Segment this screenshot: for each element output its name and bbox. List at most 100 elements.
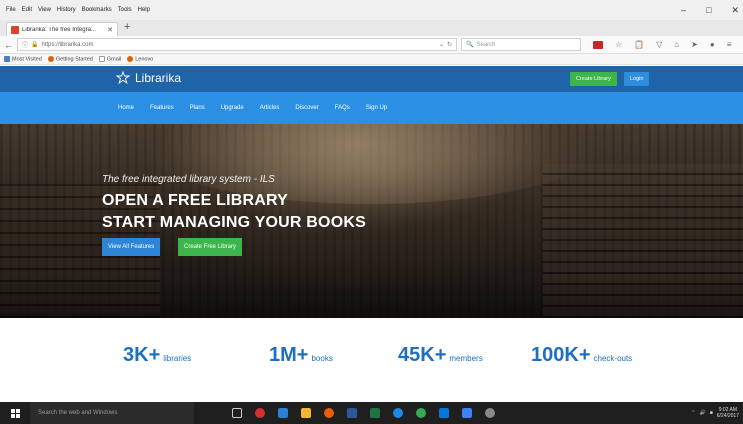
taskbar-apps — [232, 408, 495, 418]
notifications-icon[interactable]: ■ — [710, 410, 713, 416]
maximize-button[interactable]: □ — [706, 5, 711, 15]
addon-red-icon[interactable] — [593, 40, 603, 49]
google-icon — [98, 55, 105, 62]
site-logo[interactable]: Librarika — [116, 71, 181, 85]
back-arrow-icon[interactable]: ← — [4, 40, 13, 50]
menu-bookmarks[interactable]: Bookmarks — [82, 7, 112, 13]
close-window-button[interactable]: ✕ — [731, 5, 739, 16]
stat-books: 1M+ books — [269, 344, 333, 367]
clock-date: 6/24/2017 — [716, 413, 739, 419]
menu-help[interactable]: Help — [138, 7, 150, 13]
bookmark-label: Most Visited — [12, 56, 42, 63]
firefox-icon — [47, 55, 54, 62]
stats-section: 3K+ libraries 1M+ books 45K+ members 100… — [0, 318, 743, 402]
hero-subtitle: The free integrated library system - ILS — [102, 174, 275, 185]
stat-label: books — [311, 354, 333, 363]
site-header: Librarika Create Library Login — [0, 66, 743, 92]
tray-chevron-icon[interactable]: ⌃ — [691, 410, 695, 416]
stat-value: 100K+ — [531, 344, 591, 366]
edge-icon[interactable] — [393, 408, 403, 418]
bookmark-lenovo[interactable]: Lenovo — [127, 55, 154, 63]
nav-upgrade[interactable]: Upgrade — [221, 105, 244, 111]
app-blue-icon[interactable] — [462, 408, 472, 418]
bookmark-label: Lenovo — [135, 56, 154, 63]
word-icon[interactable] — [347, 408, 357, 418]
start-button[interactable] — [0, 402, 30, 424]
window-controls: – □ ✕ — [681, 0, 739, 20]
hamburger-menu-icon[interactable]: ≡ — [727, 40, 732, 49]
taskbar-search-input[interactable]: Search the web and Windows — [30, 402, 194, 424]
nav-sign-up[interactable]: Sign Up — [366, 105, 387, 111]
menu-edit[interactable]: Edit — [22, 7, 32, 13]
home-icon[interactable]: ⌂ — [674, 40, 679, 49]
bookmark-gmail[interactable]: Gmail — [98, 55, 121, 62]
tab-title: Librarika: The free Integra... — [22, 26, 96, 33]
chrome-icon[interactable] — [416, 408, 426, 418]
close-tab-icon[interactable]: ✕ — [107, 26, 113, 34]
excel-icon[interactable] — [370, 408, 380, 418]
taskbar-search-placeholder: Search the web and Windows — [38, 410, 118, 416]
lock-icon: 🔒 — [31, 42, 39, 48]
menu-history[interactable]: History — [57, 7, 76, 13]
nav-discover[interactable]: Discover — [295, 105, 318, 111]
menu-file[interactable]: File — [6, 7, 16, 13]
stat-label: libraries — [163, 354, 192, 363]
site-nav: Home Features Plans Upgrade Articles Dis… — [0, 92, 743, 124]
stat-value: 45K+ — [398, 344, 447, 366]
windows-taskbar: Search the web and Windows ⌃ 🔊 ■ 9:02 AM… — [0, 402, 743, 424]
minimize-button[interactable]: – — [681, 5, 686, 15]
tab-strip: Librarika: The free Integra... ✕ + — [0, 20, 743, 36]
browser-tab[interactable]: Librarika: The free Integra... ✕ — [6, 22, 118, 36]
task-view-icon[interactable] — [232, 408, 242, 418]
logo-text: Librarika — [135, 71, 182, 85]
app-grey-icon[interactable] — [485, 408, 495, 418]
volume-icon[interactable]: 🔊 — [699, 410, 705, 416]
firefox-icon[interactable] — [324, 408, 334, 418]
bookmark-most-visited[interactable]: Most Visited — [4, 55, 42, 63]
browser-search-input[interactable]: 🔍 Search — [461, 38, 581, 51]
file-explorer-icon[interactable] — [301, 408, 311, 418]
login-button[interactable]: Login — [624, 72, 650, 86]
nav-plans[interactable]: Plans — [190, 105, 205, 111]
nav-home[interactable]: Home — [118, 105, 134, 111]
reload-icon[interactable]: ↻ — [447, 41, 452, 48]
browser-search-placeholder: Search — [476, 41, 496, 48]
nav-features[interactable]: Features — [150, 105, 174, 111]
search-icon: 🔍 — [466, 42, 474, 48]
menu-view[interactable]: View — [38, 7, 51, 13]
library-icon[interactable]: 📋 — [634, 40, 644, 49]
librarika-favicon-icon — [11, 25, 19, 34]
browser-menubar: File Edit View History Bookmarks Tools H… — [0, 0, 743, 20]
stat-members: 45K+ members — [398, 344, 483, 367]
address-bar[interactable]: ⓘ 🔒 https://librarika.com ⌄ ↻ — [17, 38, 457, 51]
view-all-features-button[interactable]: View All Features — [102, 238, 161, 256]
extension-icon[interactable]: ● — [710, 40, 715, 49]
stat-label: members — [449, 354, 483, 363]
browser-navbar: ← ⓘ 🔒 https://librarika.com ⌄ ↻ 🔍 Search… — [0, 36, 743, 54]
stat-value: 1M+ — [269, 344, 309, 366]
stat-libraries: 3K+ libraries — [123, 344, 191, 367]
store-icon[interactable] — [439, 408, 449, 418]
clock[interactable]: 9:02 AM 6/24/2017 — [717, 407, 739, 419]
create-free-library-button[interactable]: Create Free Library — [178, 238, 243, 256]
bookmark-star-icon[interactable]: ☆ — [615, 40, 622, 49]
menu-tools[interactable]: Tools — [118, 7, 132, 13]
hero-heading-line2: START MANAGING YOUR BOOKS — [102, 214, 366, 231]
pocket-icon[interactable]: ▽ — [656, 40, 662, 49]
bookmark-getting-started[interactable]: Getting Started — [47, 55, 93, 63]
dropdown-chevron-icon[interactable]: ⌄ — [439, 41, 444, 48]
url-text: https://librarika.com — [41, 41, 94, 48]
opera-icon[interactable] — [255, 408, 265, 418]
nav-faqs[interactable]: FAQs — [335, 105, 350, 111]
bookmark-label: Getting Started — [55, 56, 93, 63]
nav-articles[interactable]: Articles — [260, 105, 280, 111]
windows-logo-icon — [10, 408, 20, 418]
firefox-icon — [127, 55, 134, 62]
bookmarks-bar: Most Visited Getting Started Gmail Lenov… — [0, 54, 743, 65]
create-library-button[interactable]: Create Library — [570, 72, 617, 86]
toolbar-icons: ☆ 📋 ▽ ⌂ ➤ ● ≡ — [593, 40, 731, 49]
people-icon[interactable] — [278, 408, 288, 418]
send-icon[interactable]: ➤ — [691, 40, 698, 49]
info-icon[interactable]: ⓘ — [22, 40, 28, 49]
new-tab-button[interactable]: + — [124, 21, 130, 33]
